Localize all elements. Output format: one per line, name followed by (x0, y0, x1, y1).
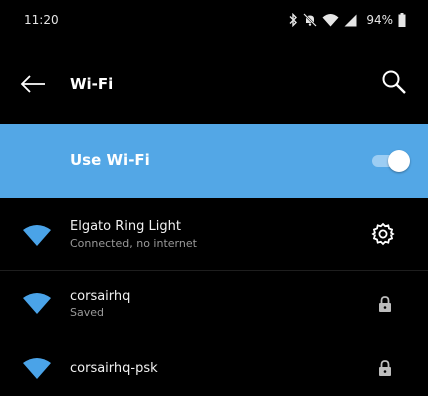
network-name: corsairhq (70, 289, 131, 304)
network-name: Elgato Ring Light (70, 219, 181, 234)
wifi-toggle-switch[interactable] (372, 150, 410, 172)
use-wifi-row[interactable]: Use Wi-Fi (0, 124, 428, 198)
back-button[interactable] (18, 72, 50, 96)
network-status: Saved (70, 306, 104, 319)
lock-icon (379, 296, 391, 312)
status-bar: 11:20 94% (0, 0, 428, 44)
gear-icon (371, 222, 395, 246)
network-item[interactable]: corsairhq-psk (0, 340, 428, 396)
status-time: 11:20 (24, 13, 59, 27)
back-arrow-icon (20, 75, 45, 93)
wifi-signal-icon (23, 225, 51, 246)
wifi-signal-icon (23, 358, 51, 379)
cell-signal-icon (344, 14, 357, 27)
network-settings-button[interactable] (370, 221, 396, 247)
mute-icon (303, 13, 318, 27)
bluetooth-icon (288, 13, 298, 27)
app-bar: Wi-Fi (0, 44, 428, 124)
network-status: Connected, no internet (70, 237, 197, 250)
battery-percent: 94% (366, 13, 393, 27)
wifi-status-icon (322, 13, 339, 27)
search-icon (382, 70, 406, 94)
battery-icon (398, 13, 406, 27)
page-title: Wi-Fi (70, 75, 114, 93)
network-name: corsairhq-psk (70, 361, 158, 376)
network-item[interactable]: corsairhq Saved (0, 272, 428, 340)
switch-thumb (388, 150, 410, 172)
network-item[interactable]: Elgato Ring Light Connected, no internet (0, 198, 428, 271)
lock-icon (379, 360, 391, 376)
use-wifi-label: Use Wi-Fi (70, 151, 150, 169)
search-button[interactable] (380, 68, 410, 98)
wifi-signal-icon (23, 293, 51, 314)
status-icons: 94% (288, 11, 406, 29)
